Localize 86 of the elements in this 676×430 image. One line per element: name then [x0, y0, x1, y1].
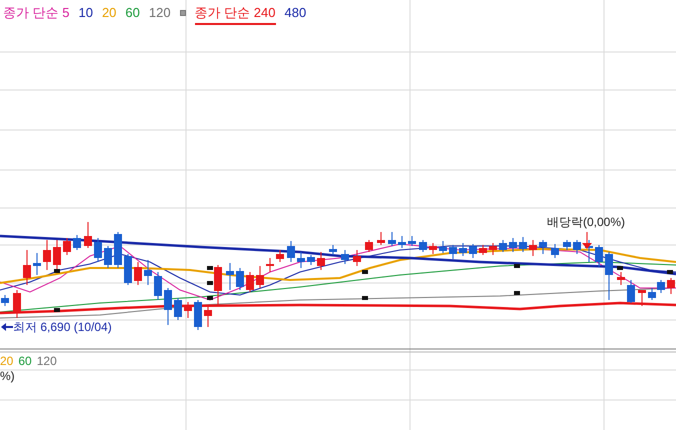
legend-label[interactable]: 60	[125, 5, 140, 21]
candlestick	[23, 250, 31, 286]
candlestick	[297, 252, 305, 268]
candlestick	[519, 236, 527, 252]
legend-label[interactable]: 종가 단순 240	[194, 5, 276, 25]
candlestick	[287, 240, 295, 262]
candlestick	[388, 232, 396, 246]
marker	[514, 291, 520, 295]
candlestick	[605, 252, 613, 300]
marker	[207, 281, 213, 285]
candlestick	[398, 236, 406, 248]
candlestick	[509, 238, 517, 252]
candlestick	[529, 240, 537, 256]
candlestick	[329, 244, 337, 256]
candlestick	[63, 238, 71, 256]
candlestick	[595, 244, 603, 268]
candlestick	[174, 298, 182, 320]
marker	[362, 296, 368, 300]
candlestick	[104, 246, 112, 268]
candlestick	[353, 250, 361, 266]
marker	[514, 264, 520, 268]
candlestick	[469, 244, 477, 258]
candlestick	[226, 262, 234, 290]
marker	[362, 270, 368, 274]
candlestick	[114, 232, 122, 268]
candlestick	[94, 238, 102, 262]
candlestick	[499, 240, 507, 252]
candlestick	[377, 232, 385, 246]
square-icon	[180, 10, 186, 16]
candlestick	[266, 258, 274, 272]
legend-label[interactable]: 120	[36, 354, 57, 368]
candlestick	[124, 254, 132, 286]
arrow-down-icon	[582, 232, 592, 249]
candlestick	[489, 242, 497, 256]
candlestick	[256, 266, 264, 288]
candlestick	[551, 244, 559, 258]
candlestick	[204, 304, 212, 328]
candlestick	[365, 240, 373, 252]
legend-label[interactable]: 종가 단순 5	[3, 5, 70, 21]
candlestick	[33, 252, 41, 276]
candlestick	[449, 244, 457, 260]
candlestick	[479, 244, 487, 256]
candlestick	[164, 288, 172, 326]
candlestick	[43, 240, 51, 270]
dividend-label: 배당락(0,00%)	[547, 214, 626, 231]
candlestick	[573, 240, 581, 254]
low-price-label: 최저 6,690 (10/04)	[13, 319, 112, 336]
marker	[54, 269, 60, 273]
marker	[54, 308, 60, 312]
panel-label: %)	[0, 368, 15, 385]
candlestick	[236, 268, 244, 290]
candlestick	[408, 236, 416, 246]
legend-label[interactable]: 10	[78, 5, 93, 21]
candlestick	[419, 240, 427, 252]
candlestick	[667, 278, 675, 294]
candlestick	[429, 242, 437, 254]
candlestick	[638, 290, 646, 306]
legend-label[interactable]: 60	[18, 354, 32, 368]
marker	[207, 296, 213, 300]
candlestick	[563, 240, 571, 250]
candlestick	[184, 302, 192, 318]
legend-label[interactable]: 480	[284, 5, 306, 21]
candlestick	[1, 294, 9, 306]
candlestick	[214, 264, 222, 306]
candlestick	[154, 272, 162, 300]
candlestick	[539, 240, 547, 254]
marker	[617, 266, 623, 270]
candlestick	[73, 234, 81, 250]
marker	[667, 270, 673, 274]
candlestick	[246, 272, 254, 292]
candlestick	[194, 300, 202, 330]
candlestick	[627, 280, 635, 304]
candlestick	[134, 262, 142, 286]
candlestick	[617, 272, 625, 286]
candlestick	[317, 252, 325, 270]
candlestick	[307, 254, 315, 266]
candlestick	[144, 260, 152, 286]
candlestick	[439, 240, 447, 254]
marker	[207, 266, 213, 270]
legend-label[interactable]: 120	[148, 5, 171, 21]
candlestick	[459, 242, 467, 256]
candlestick	[276, 250, 284, 262]
candlestick	[341, 250, 349, 264]
arrow-left-icon	[1, 322, 13, 332]
candlestick	[13, 290, 21, 318]
candlestick	[84, 222, 92, 248]
